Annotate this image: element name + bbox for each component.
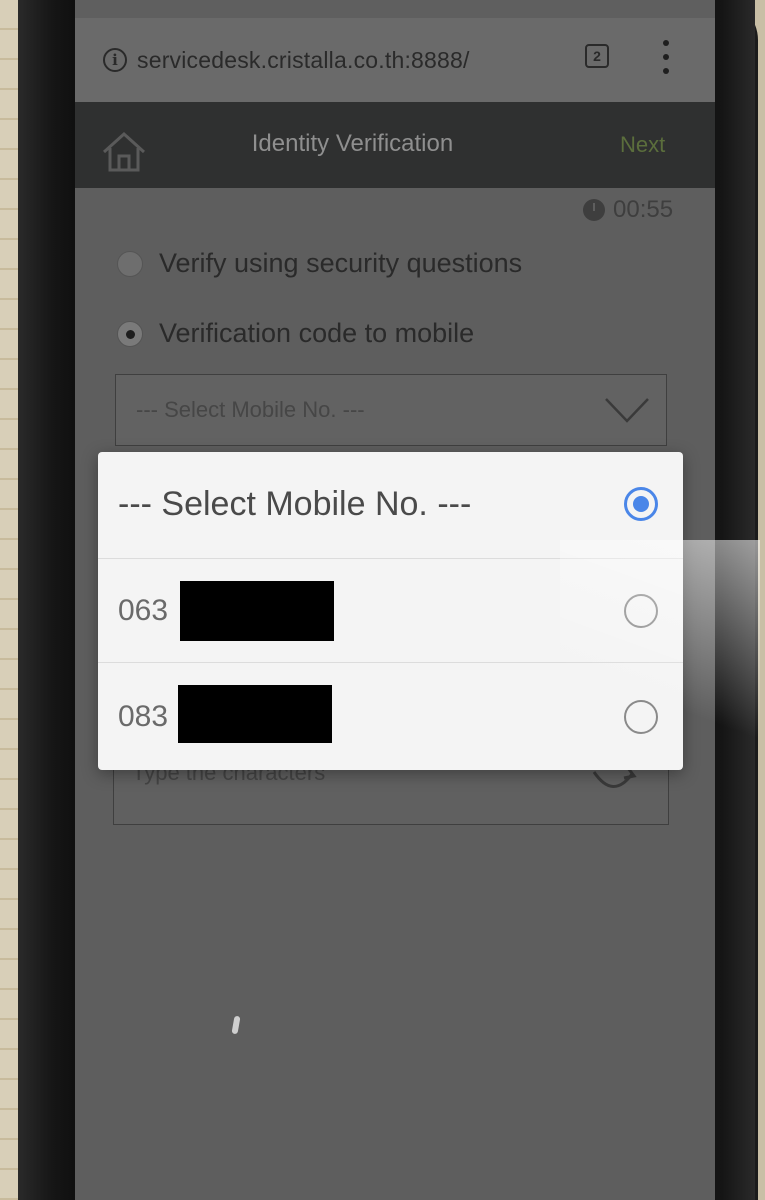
option-security-questions[interactable]: Verify using security questions [117, 248, 522, 279]
next-button[interactable]: Next [620, 132, 665, 158]
dialog-radio[interactable] [624, 699, 658, 734]
dialog-option-placeholder[interactable]: --- Select Mobile No. --- [98, 452, 683, 556]
overflow-menu-icon[interactable] [661, 40, 671, 74]
timer-value: 00:55 [613, 196, 674, 223]
app-header: Identity Verification Next [75, 102, 715, 188]
page-title: Identity Verification [251, 130, 454, 157]
option-security-questions-label: Verify using security questions [159, 248, 523, 278]
chevron-down-icon [605, 398, 649, 423]
mobile-number-prefix: 063 [118, 593, 169, 627]
countdown-timer: 00:55 [583, 196, 673, 224]
clock-icon [583, 199, 605, 221]
browser-url-bar[interactable]: i servicedesk.cristalla.co.th:8888/ 2 [75, 18, 715, 102]
url-text[interactable]: servicedesk.cristalla.co.th:8888/ [137, 47, 470, 74]
phone-edge-left [18, 0, 78, 1200]
dialog-option-placeholder-label: --- Select Mobile No. --- [118, 484, 472, 523]
screen-reflection [231, 1015, 241, 1035]
radio-mobile-code[interactable] [117, 320, 143, 347]
mobile-select-placeholder: --- Select Mobile No. --- [136, 397, 365, 422]
redacted-number [180, 581, 334, 641]
option-mobile-code-label: Verification code to mobile [159, 318, 475, 348]
mobile-select-dialog: --- Select Mobile No. --- 063 083 [98, 452, 683, 770]
option-mobile-code[interactable]: Verification code to mobile [117, 318, 474, 349]
dialog-option-063[interactable]: 063 [98, 558, 683, 662]
dialog-radio-selected[interactable] [624, 487, 658, 521]
mobile-number-select[interactable]: --- Select Mobile No. --- [115, 374, 667, 446]
info-icon[interactable]: i [103, 48, 127, 72]
radio-security-questions[interactable] [117, 250, 143, 277]
dialog-option-083[interactable]: 083 [98, 662, 683, 770]
tab-switcher-button[interactable]: 2 [585, 44, 609, 68]
dialog-radio[interactable] [624, 593, 658, 628]
mobile-number-prefix: 083 [118, 699, 169, 733]
redacted-number [178, 685, 332, 743]
